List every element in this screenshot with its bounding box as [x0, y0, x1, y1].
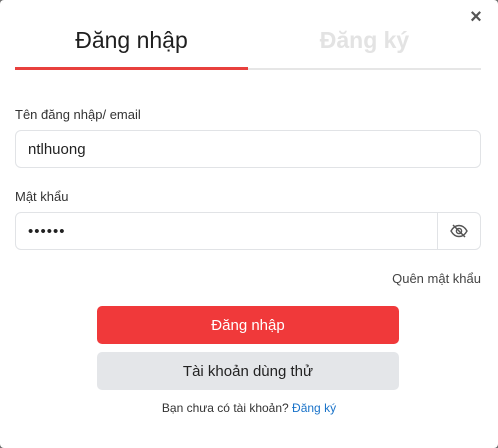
signup-prompt-text: Bạn chưa có tài khoản? [161, 401, 289, 415]
tab-register[interactable]: Đăng ký [248, 22, 481, 68]
login-button[interactable]: Đăng nhập [97, 306, 399, 344]
username-input[interactable] [16, 131, 480, 167]
password-input[interactable] [16, 213, 437, 249]
signup-link[interactable]: Đăng ký [292, 401, 336, 415]
forgot-password-link[interactable]: Quên mật khẩu [392, 271, 481, 286]
password-label: Mật khẩu [15, 189, 69, 204]
username-field-wrapper [15, 130, 481, 168]
username-label: Tên đăng nhập/ email [15, 107, 141, 122]
signup-prompt-line: Bạn chưa có tài khoản? Đăng ký [0, 401, 498, 415]
auth-tabs: Đăng nhập Đăng ký [15, 22, 481, 70]
toggle-password-visibility-button[interactable] [437, 213, 480, 249]
eye-slash-icon [450, 224, 468, 238]
login-modal: × Đăng nhập Đăng ký Tên đăng nhập/ email… [0, 0, 498, 448]
trial-account-button[interactable]: Tài khoản dùng thử [97, 352, 399, 390]
tab-login[interactable]: Đăng nhập [15, 22, 248, 70]
password-field-wrapper [15, 212, 481, 250]
